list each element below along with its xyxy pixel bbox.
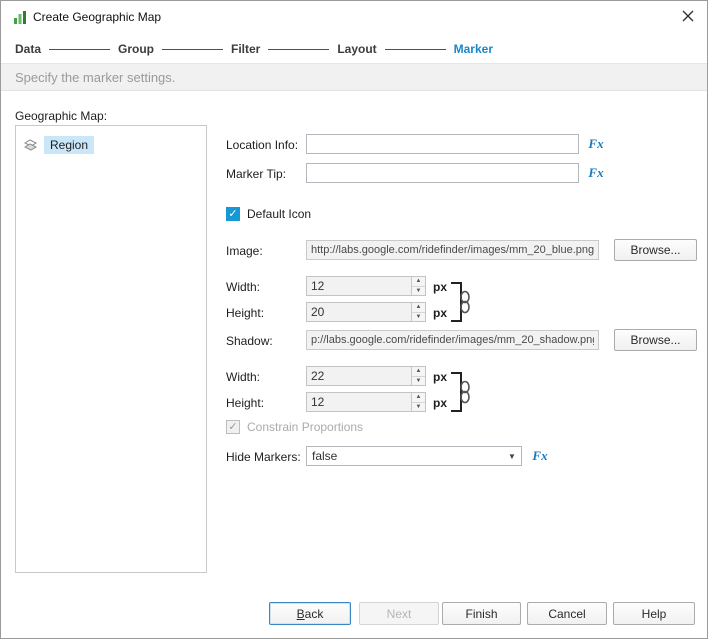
image-height-unit: px [433, 306, 447, 320]
image-height-input[interactable] [307, 303, 411, 321]
hide-markers-select[interactable]: false ▼ [306, 446, 522, 466]
create-geographic-map-dialog: Create Geographic Map Data Group Filter … [0, 0, 708, 639]
help-button[interactable]: Help [613, 602, 695, 625]
shadow-height-unit: px [433, 396, 447, 410]
tree-item-region[interactable]: Region [24, 136, 206, 154]
cancel-button[interactable]: Cancel [527, 602, 607, 625]
marker-tip-label: Marker Tip: [226, 167, 286, 181]
image-height-label: Height: [226, 306, 264, 320]
spin-down-icon[interactable]: ▼ [412, 403, 425, 412]
location-info-formula-button[interactable]: Fx [586, 134, 606, 154]
hide-markers-formula-button[interactable]: Fx [530, 446, 550, 466]
tab-data[interactable]: Data [15, 42, 41, 56]
step-separator [49, 49, 110, 50]
wizard-steps: Data Group Filter Layout Marker [15, 42, 493, 56]
image-browse-button[interactable]: Browse... [614, 239, 697, 261]
next-button[interactable]: Next [359, 602, 439, 625]
geographic-map-tree: Region [15, 125, 207, 573]
spin-arrows: ▲ ▼ [411, 393, 425, 411]
image-url-input[interactable] [306, 240, 599, 260]
image-width-spinner: ▲ ▼ [306, 276, 426, 296]
location-info-label: Location Info: [226, 138, 298, 152]
shadow-height-spinner: ▲ ▼ [306, 392, 426, 412]
tab-layout[interactable]: Layout [337, 42, 376, 56]
image-width-unit: px [433, 280, 447, 294]
step-separator [385, 49, 446, 50]
region-layer-icon [24, 139, 40, 152]
shadow-browse-button[interactable]: Browse... [614, 329, 697, 351]
subtitle-band: Specify the marker settings. [1, 63, 707, 91]
default-icon-label: Default Icon [247, 207, 311, 221]
marker-tip-formula-button[interactable]: Fx [586, 163, 606, 183]
shadow-width-spinner: ▲ ▼ [306, 366, 426, 386]
back-button[interactable]: Back [269, 602, 351, 625]
close-icon[interactable] [679, 8, 697, 26]
step-separator [268, 49, 329, 50]
constrain-proportions-checkbox: ✓ [226, 420, 240, 434]
shadow-width-label: Width: [226, 370, 260, 384]
image-size-link-icon [448, 281, 474, 323]
tab-group[interactable]: Group [118, 42, 154, 56]
spin-arrows: ▲ ▼ [411, 367, 425, 385]
spin-arrows: ▲ ▼ [411, 303, 425, 321]
hide-markers-label: Hide Markers: [226, 450, 301, 464]
tab-marker[interactable]: Marker [454, 42, 493, 56]
spin-down-icon[interactable]: ▼ [412, 313, 425, 322]
shadow-label: Shadow: [226, 334, 273, 348]
tree-item-label: Region [44, 136, 94, 154]
location-info-input[interactable] [306, 134, 579, 154]
default-icon-row: ✓ Default Icon [226, 207, 311, 221]
step-separator [162, 49, 223, 50]
finish-button[interactable]: Finish [442, 602, 521, 625]
default-icon-checkbox[interactable]: ✓ [226, 207, 240, 221]
spin-up-icon[interactable]: ▲ [412, 393, 425, 403]
spin-up-icon[interactable]: ▲ [412, 367, 425, 377]
chevron-down-icon: ▼ [503, 452, 521, 461]
spin-up-icon[interactable]: ▲ [412, 303, 425, 313]
tab-filter[interactable]: Filter [231, 42, 260, 56]
shadow-url-input[interactable] [306, 330, 599, 350]
window-title: Create Geographic Map [33, 10, 161, 24]
image-label: Image: [226, 244, 263, 258]
shadow-width-unit: px [433, 370, 447, 384]
marker-tip-input[interactable] [306, 163, 579, 183]
spin-down-icon[interactable]: ▼ [412, 287, 425, 296]
shadow-height-input[interactable] [307, 393, 411, 411]
app-chart-icon [13, 10, 27, 24]
shadow-size-link-icon [448, 371, 474, 413]
image-height-spinner: ▲ ▼ [306, 302, 426, 322]
hide-markers-value: false [307, 449, 503, 463]
spin-up-icon[interactable]: ▲ [412, 277, 425, 287]
spin-down-icon[interactable]: ▼ [412, 377, 425, 386]
geographic-map-label: Geographic Map: [15, 109, 107, 123]
shadow-width-input[interactable] [307, 367, 411, 385]
spin-arrows: ▲ ▼ [411, 277, 425, 295]
constrain-proportions-row: ✓ Constrain Proportions [226, 420, 363, 434]
image-width-label: Width: [226, 280, 260, 294]
image-width-input[interactable] [307, 277, 411, 295]
title-bar: Create Geographic Map [1, 1, 707, 33]
constrain-proportions-label: Constrain Proportions [247, 420, 363, 434]
shadow-height-label: Height: [226, 396, 264, 410]
subtitle-text: Specify the marker settings. [15, 70, 175, 85]
